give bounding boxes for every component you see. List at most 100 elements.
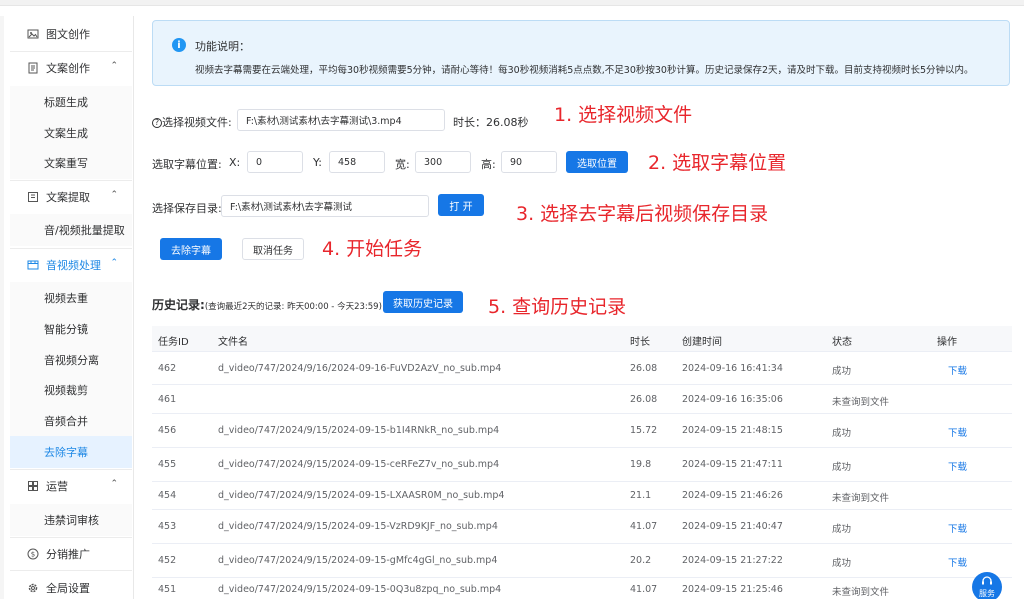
table-row: 455 d_video/747/2024/9/15/2024-09-15-ceR… bbox=[152, 448, 1012, 482]
service-label: 服务 bbox=[979, 588, 995, 598]
table-row: 462 d_video/747/2024/9/16/2024-09-16-FuV… bbox=[152, 352, 1012, 385]
cell-created: 2024-09-15 21:25:46 bbox=[682, 584, 783, 595]
col-header-id: 任务ID bbox=[158, 337, 189, 348]
cell-duration: 41.07 bbox=[630, 584, 658, 595]
cell-duration: 20.2 bbox=[630, 555, 652, 566]
sidebar-group-tiqu[interactable]: 文案提取 ⌃ bbox=[10, 181, 132, 213]
table-row: 451 d_video/747/2024/9/15/2024-09-15-0Q3… bbox=[152, 578, 1012, 599]
duration-label: 时长：26.08秒 bbox=[453, 116, 529, 129]
dir-label: 选择保存目录: bbox=[152, 202, 222, 215]
pick-position-button[interactable]: 选取位置 bbox=[566, 151, 628, 173]
notice-box: i 功能说明： 视频去字幕需要在云端处理，平均每30秒视频需要5分钟，请耐心等待… bbox=[152, 20, 1010, 86]
sidebar-item-copy-rewrite[interactable]: 文案重写 bbox=[10, 147, 132, 179]
table-row: 461 26.08 2024-09-16 16:35:06 未查询到文件 bbox=[152, 385, 1012, 414]
notice-description: 视频去字幕需要在云端处理，平均每30秒视频需要5分钟，请耐心等待！每30秒视频消… bbox=[195, 65, 974, 76]
svg-text:$: $ bbox=[31, 551, 35, 559]
sidebar-group-wenan[interactable]: 文案创作 ⌃ bbox=[10, 52, 132, 84]
width-label: 宽: bbox=[395, 158, 410, 171]
cell-file: d_video/747/2024/9/16/2024-09-16-FuVD2Az… bbox=[218, 363, 502, 374]
history-subtitle: (查询最近2天的记录: 昨天00:00 - 今天23:59) bbox=[204, 302, 382, 312]
y-input[interactable]: 458 bbox=[329, 151, 385, 173]
sidebar-group-tuwen[interactable]: 图文创作 bbox=[10, 18, 132, 50]
start-remove-button[interactable]: 去除字幕 bbox=[160, 238, 222, 260]
cell-duration: 26.08 bbox=[630, 363, 658, 374]
service-button[interactable]: 服务 bbox=[972, 572, 1002, 599]
chevron-up-icon: ⌃ bbox=[110, 61, 118, 71]
sidebar-item-banned-words[interactable]: 违禁词审核 bbox=[10, 504, 132, 536]
cell-status: 成功 bbox=[832, 428, 852, 439]
download-link[interactable]: 下载 bbox=[948, 363, 967, 377]
download-link[interactable]: 下载 bbox=[948, 459, 967, 473]
dollar-icon: $ bbox=[26, 547, 40, 561]
height-input[interactable]: 90 bbox=[501, 151, 557, 173]
sidebar-group-quanju[interactable]: 全局设置 bbox=[10, 572, 132, 599]
cell-status: 成功 bbox=[832, 524, 852, 535]
chevron-up-icon: ⌃ bbox=[110, 479, 118, 489]
chevron-up-icon: ⌃ bbox=[110, 190, 118, 200]
annotation-step5: 5. 查询历史记录 bbox=[488, 296, 627, 318]
table-row: 456 d_video/747/2024/9/15/2024-09-15-b1I… bbox=[152, 414, 1012, 448]
sidebar-item-copy-gen[interactable]: 文案生成 bbox=[10, 117, 132, 149]
height-label: 高: bbox=[481, 158, 496, 171]
sidebar-item-audio-merge[interactable]: 音频合并 bbox=[10, 405, 132, 437]
download-link[interactable]: 下载 bbox=[948, 521, 967, 535]
cell-duration: 15.72 bbox=[630, 425, 658, 436]
cell-created: 2024-09-16 16:35:06 bbox=[682, 394, 783, 405]
sidebar-group-label: 文案提取 bbox=[46, 191, 90, 204]
save-dir-input[interactable]: F:\素材\测试素材\去字幕测试 bbox=[221, 195, 429, 217]
cell-created: 2024-09-15 21:48:15 bbox=[682, 425, 783, 436]
sidebar-item-batch-extract[interactable]: 音/视频批量提取 bbox=[10, 214, 132, 246]
sidebar-item-av-separate[interactable]: 音视频分离 bbox=[10, 344, 132, 376]
sidebar-item-dedupe[interactable]: 视频去重 bbox=[10, 282, 132, 314]
cell-status: 成功 bbox=[832, 366, 852, 377]
gear-icon bbox=[26, 581, 40, 595]
table-header: 任务ID 文件名 时长 创建时间 状态 操作 bbox=[152, 326, 1012, 352]
sidebar-group-label: 运营 bbox=[46, 480, 68, 493]
cell-file: d_video/747/2024/9/15/2024-09-15-gMfc4gG… bbox=[218, 555, 498, 566]
cell-status: 成功 bbox=[832, 462, 852, 473]
col-header-status: 状态 bbox=[832, 337, 852, 348]
cell-id: 454 bbox=[158, 490, 177, 501]
cancel-task-button[interactable]: 取消任务 bbox=[242, 238, 304, 260]
document-icon bbox=[26, 61, 40, 75]
x-input[interactable]: 0 bbox=[247, 151, 303, 173]
video-icon bbox=[26, 258, 40, 272]
question-icon: ? bbox=[152, 118, 162, 128]
sidebar-group-yinshipin[interactable]: 音视频处理 ⌃ bbox=[10, 249, 132, 281]
download-link[interactable]: 下载 bbox=[948, 425, 967, 439]
cell-id: 461 bbox=[158, 394, 177, 405]
cell-id: 456 bbox=[158, 425, 177, 436]
sidebar-group-yunying[interactable]: 运营 ⌃ bbox=[10, 470, 132, 502]
cell-duration: 41.07 bbox=[630, 521, 658, 532]
col-header-file: 文件名 bbox=[218, 337, 248, 348]
cell-status: 未查询到文件 bbox=[832, 397, 890, 408]
col-header-duration: 时长 bbox=[630, 337, 650, 348]
annotation-step2: 2. 选取字幕位置 bbox=[648, 152, 787, 174]
position-label: 选取字幕位置: bbox=[152, 158, 222, 171]
cell-created: 2024-09-15 21:40:47 bbox=[682, 521, 783, 532]
cell-id: 462 bbox=[158, 363, 177, 374]
annotation-step3: 3. 选择去字幕后视频保存目录 bbox=[516, 203, 769, 225]
cell-file: d_video/747/2024/9/15/2024-09-15-0Q3u8zp… bbox=[218, 584, 502, 595]
sidebar-group-label: 音视频处理 bbox=[46, 259, 101, 272]
sidebar-item-remove-subtitle[interactable]: 去除字幕 bbox=[10, 436, 132, 468]
annotation-step4: 4. 开始任务 bbox=[322, 238, 423, 260]
sidebar-group-label: 图文创作 bbox=[46, 28, 90, 41]
open-button[interactable]: 打 开 bbox=[438, 194, 484, 216]
width-input[interactable]: 300 bbox=[415, 151, 471, 173]
history-title: 历史记录:(查询最近2天的记录: 昨天00:00 - 今天23:59) bbox=[152, 298, 382, 312]
cell-id: 452 bbox=[158, 555, 177, 566]
table-row: 452 d_video/747/2024/9/15/2024-09-15-gMf… bbox=[152, 544, 1012, 578]
sidebar-item-video-crop[interactable]: 视频裁剪 bbox=[10, 374, 132, 406]
cell-status: 未查询到文件 bbox=[832, 493, 890, 504]
sidebar-group-fenxiao[interactable]: $ 分销推广 bbox=[10, 538, 132, 570]
top-bar bbox=[0, 0, 1024, 6]
cell-duration: 19.8 bbox=[630, 459, 652, 470]
cell-file: d_video/747/2024/9/15/2024-09-15-LXAASR0… bbox=[218, 490, 505, 501]
image-icon bbox=[26, 27, 40, 41]
video-file-input[interactable]: F:\素材\测试素材\去字幕测试\3.mp4 bbox=[237, 109, 445, 131]
sidebar-item-smart-shot[interactable]: 智能分镜 bbox=[10, 313, 132, 345]
fetch-history-button[interactable]: 获取历史记录 bbox=[383, 291, 463, 313]
download-link[interactable]: 下载 bbox=[948, 555, 967, 569]
sidebar-item-title-gen[interactable]: 标题生成 bbox=[10, 86, 132, 118]
